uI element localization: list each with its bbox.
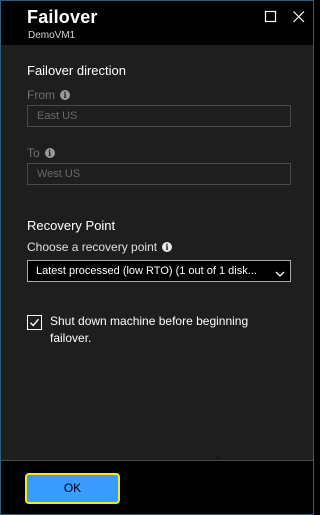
- info-icon[interactable]: [44, 147, 55, 159]
- from-value: East US: [37, 110, 78, 122]
- shutdown-label: Shut down machine before beginning failo…: [50, 314, 249, 345]
- chevron-down-icon: [275, 266, 285, 277]
- recovery-point-label: Choose a recovery point: [27, 240, 158, 254]
- to-label-row: To: [27, 146, 55, 160]
- from-field: East US: [27, 105, 291, 127]
- to-field: West US: [27, 163, 291, 185]
- from-label: From: [27, 88, 55, 102]
- from-label-row: From: [27, 88, 70, 102]
- close-icon[interactable]: [292, 10, 306, 24]
- recovery-point-selected-value: Latest processed (low RTO) (1 out of 1 d…: [36, 265, 257, 277]
- recovery-point-label-row: Choose a recovery point: [27, 240, 173, 254]
- to-label: To: [27, 146, 40, 160]
- recovery-point-heading: Recovery Point: [27, 218, 116, 233]
- info-icon[interactable]: [60, 89, 70, 101]
- maximize-icon[interactable]: [264, 10, 278, 24]
- blade-footer: OK: [1, 460, 313, 514]
- failover-blade: Failover DemoVM1 Failover direction From…: [0, 0, 314, 515]
- blade-content: Failover direction From East US To West …: [1, 45, 313, 475]
- page-title: Failover: [27, 7, 98, 27]
- info-icon[interactable]: [162, 241, 173, 253]
- ok-button[interactable]: OK: [25, 473, 120, 504]
- page-subtitle: DemoVM1: [28, 30, 76, 41]
- recovery-point-select[interactable]: Latest processed (low RTO) (1 out of 1 d…: [27, 260, 291, 282]
- failover-direction-heading: Failover direction: [27, 63, 126, 78]
- blade-header: Failover DemoVM1: [1, 1, 313, 45]
- checkmark-icon: [30, 318, 40, 327]
- shutdown-checkbox[interactable]: [27, 315, 42, 330]
- to-value: West US: [37, 168, 81, 180]
